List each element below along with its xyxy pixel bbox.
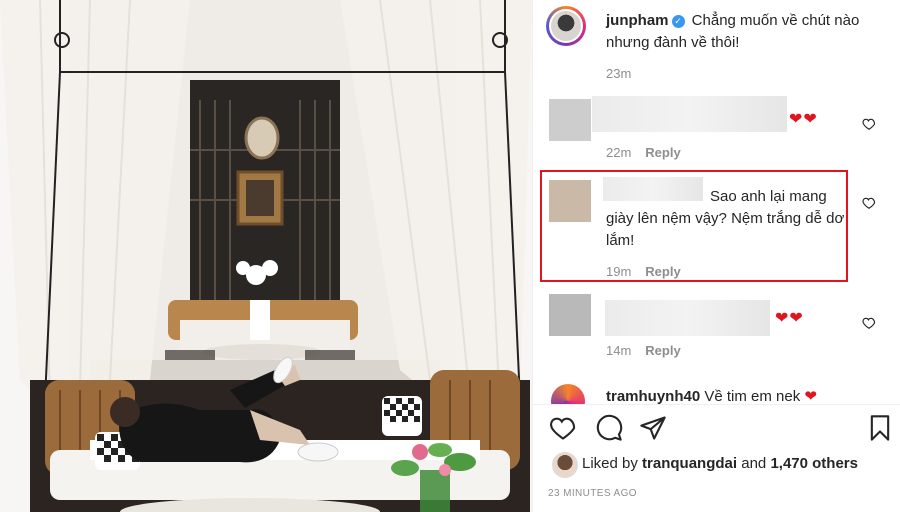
caption-time: 23m [606, 66, 632, 81]
commenter-avatar[interactable] [549, 294, 591, 336]
liker-avatar[interactable] [552, 452, 578, 478]
blurred-comment-text [605, 300, 770, 336]
reply-button[interactable]: Reply [645, 145, 680, 160]
comment-text: Về tim em nek [704, 388, 801, 404]
reply-button[interactable]: Reply [645, 264, 680, 279]
blurred-comment-text [592, 96, 787, 132]
post-timestamp: 23 MINUTES AGO [548, 488, 637, 499]
heart-icon[interactable] [549, 414, 577, 442]
verified-icon: ✓ [671, 15, 685, 28]
likes-count[interactable]: 1,470 others [770, 455, 858, 472]
comment-heart-icon[interactable] [862, 117, 876, 131]
comment-heart-icon[interactable] [862, 316, 876, 330]
comment-icon[interactable] [595, 414, 623, 442]
post-photo [0, 0, 532, 512]
heart-emoji: ❤❤ [775, 310, 804, 327]
commenter-avatar[interactable] [549, 99, 591, 141]
author-username[interactable]: junpham [606, 12, 669, 29]
divider [533, 404, 900, 405]
photo-illustration [0, 0, 532, 512]
bookmark-icon[interactable] [866, 414, 894, 442]
heart-emoji: ❤ [804, 388, 817, 404]
comment-heart-icon[interactable] [862, 196, 876, 210]
reply-button[interactable]: Reply [645, 343, 680, 358]
share-icon[interactable] [639, 414, 667, 442]
comment-partial: tramhuynh40 Về tim em nek ❤ [533, 378, 900, 404]
comment-meta: 22m Reply [606, 145, 681, 160]
comment-meta: 14m Reply [606, 343, 681, 358]
heart-emoji: ❤❤ [789, 111, 818, 128]
commenter-avatar[interactable] [551, 384, 585, 404]
liker-username[interactable]: tranquangdai [642, 455, 737, 472]
comment-meta: 19m Reply [606, 264, 681, 279]
comment-text: Sao anh lại mang giày lên nệm vậy? Nệm t… [606, 188, 845, 249]
post-caption: junpham ✓ Chẳng muốn về chút nào nhưng đà… [606, 10, 886, 54]
commenter-avatar[interactable] [549, 180, 591, 222]
author-avatar[interactable] [546, 6, 586, 46]
likes-summary: Liked by tranquangdai and 1,470 others [582, 455, 858, 472]
commenter-username[interactable]: tramhuynh40 [606, 388, 700, 404]
